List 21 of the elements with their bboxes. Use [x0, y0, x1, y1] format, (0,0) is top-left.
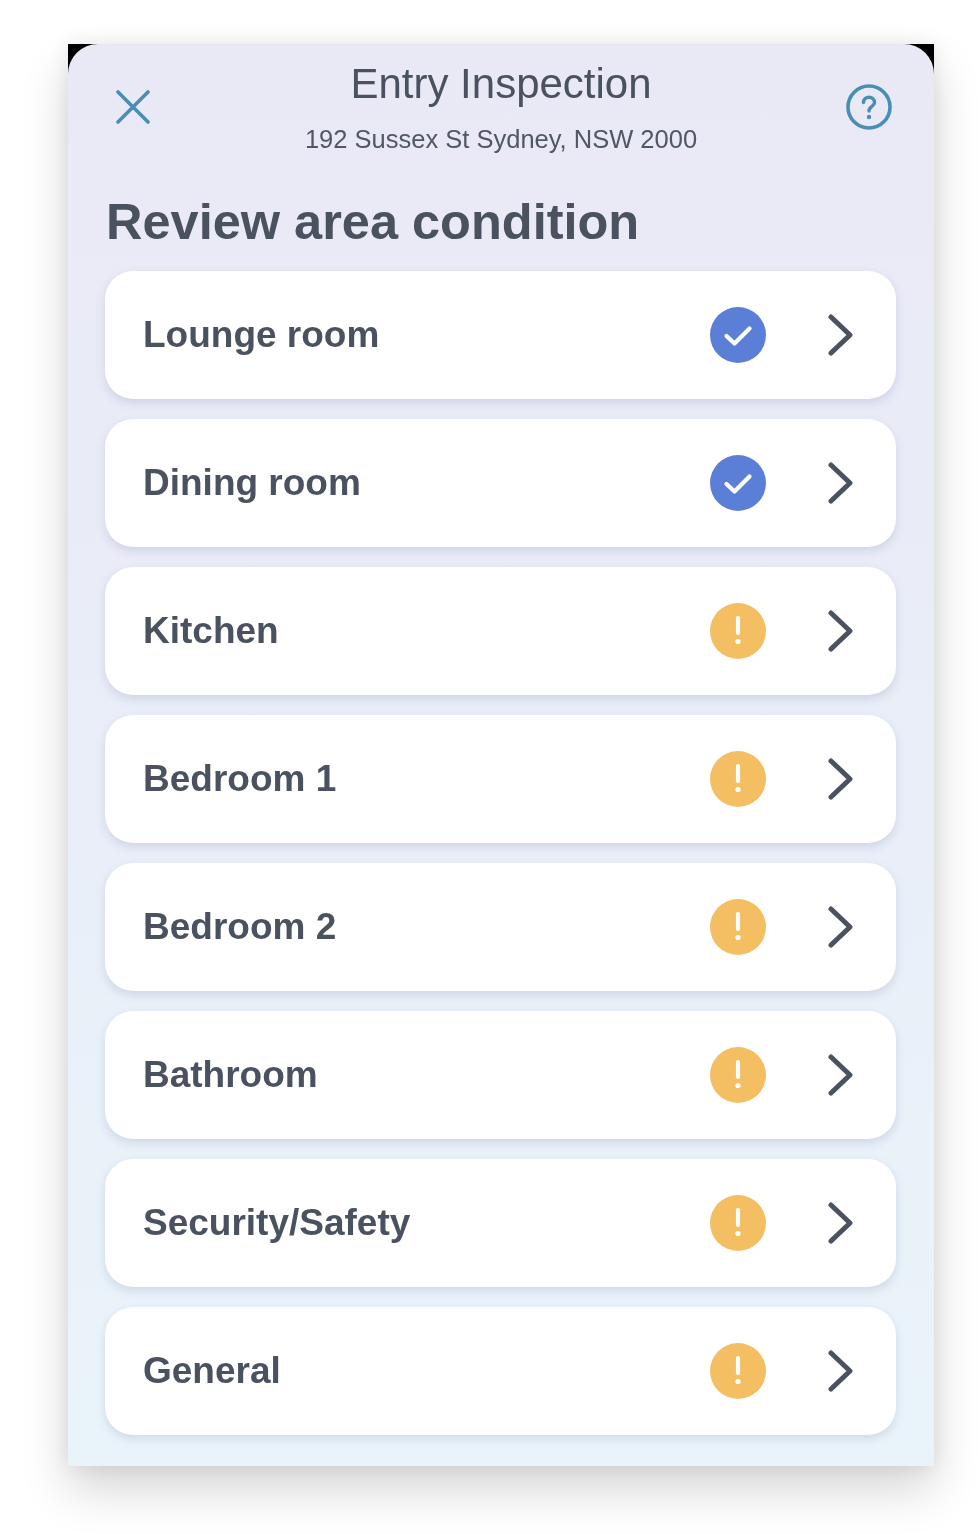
close-icon[interactable] [116, 90, 150, 124]
area-row[interactable]: General [105, 1307, 896, 1435]
area-row[interactable]: Dining room [105, 419, 896, 547]
address-text: 192 Sussex St Sydney, NSW 2000 [304, 124, 698, 155]
section-heading: Review area condition [106, 192, 640, 252]
area-row[interactable]: Security/Safety [105, 1159, 896, 1287]
area-row[interactable]: Bedroom 2 [105, 863, 896, 991]
area-row[interactable]: Bedroom 1 [105, 715, 896, 843]
chevron-right-icon [828, 906, 854, 948]
chevron-right-icon [828, 1350, 854, 1392]
chevron-right-icon [828, 314, 854, 356]
area-row[interactable]: Lounge room [105, 271, 896, 399]
area-row[interactable]: Kitchen [105, 567, 896, 695]
help-icon[interactable] [846, 84, 892, 130]
area-row[interactable]: Bathroom [105, 1011, 896, 1139]
screen-title: Entry Inspection [350, 59, 652, 109]
chevron-right-icon [828, 462, 854, 504]
chevron-right-icon [828, 610, 854, 652]
chevron-right-icon [828, 758, 854, 800]
chevron-right-icon [828, 1054, 854, 1096]
chevron-right-icon [828, 1202, 854, 1244]
